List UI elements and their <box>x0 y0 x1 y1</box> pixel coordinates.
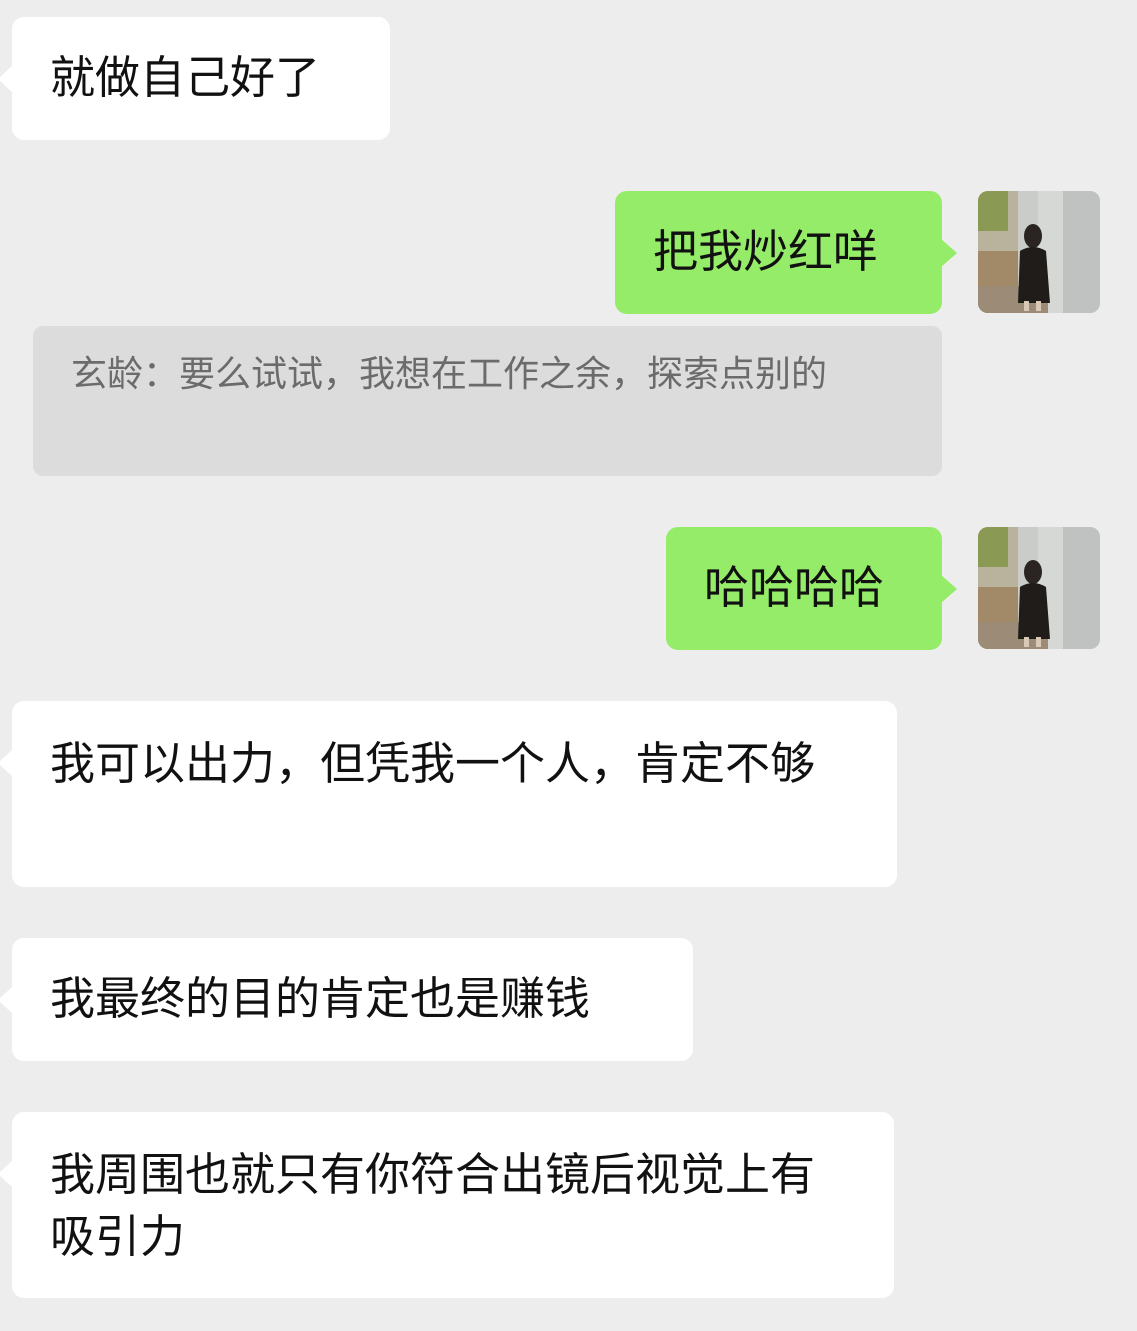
message-bubble-incoming[interactable]: 我可以出力，但凭我一个人，肯定不够 <box>0 701 897 887</box>
message-bubble-outgoing[interactable]: 把我炒红咩 <box>615 191 957 314</box>
message-text: 我周围也就只有你符合出镜后视觉上有吸引力 <box>50 1148 816 1263</box>
message-text: 哈哈哈哈 <box>704 561 885 614</box>
avatar[interactable] <box>978 191 1100 313</box>
chat-area: 就做自己好了 把我炒红咩 玄龄：要么试试，我想在工作之余，探索点别的 哈哈哈哈 <box>0 0 1137 1331</box>
avatar-photo-icon <box>978 191 1100 313</box>
message-text: 把我炒红咩 <box>653 225 879 278</box>
message-text: 我最终的目的肯定也是赚钱 <box>50 972 591 1025</box>
avatar[interactable] <box>978 527 1100 649</box>
message-bubble-outgoing[interactable]: 哈哈哈哈 <box>666 527 957 650</box>
message-bubble-incoming[interactable]: 我最终的目的肯定也是赚钱 <box>0 938 693 1061</box>
avatar-photo-icon <box>978 527 1100 649</box>
message-bubble-incoming[interactable]: 就做自己好了 <box>0 17 390 140</box>
message-text: 我可以出力，但凭我一个人，肯定不够 <box>50 737 816 790</box>
quoted-reply-text: 玄龄：要么试试，我想在工作之余，探索点别的 <box>71 354 828 395</box>
message-bubble-incoming[interactable]: 我周围也就只有你符合出镜后视觉上有吸引力 <box>0 1112 894 1298</box>
quoted-reply[interactable]: 玄龄：要么试试，我想在工作之余，探索点别的 <box>33 326 942 476</box>
message-text: 就做自己好了 <box>50 51 321 104</box>
